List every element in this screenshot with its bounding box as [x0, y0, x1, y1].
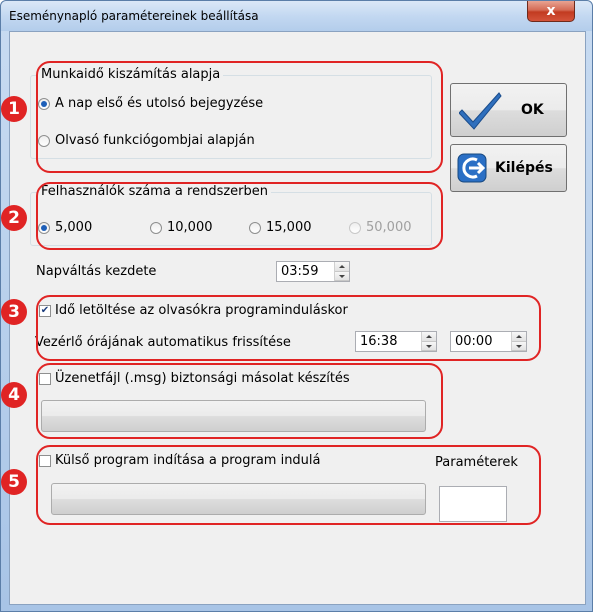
- dialog-window: Eseménynapló paramétereinek beállítása x…: [0, 0, 593, 612]
- spinner-value[interactable]: 03:59: [277, 264, 334, 279]
- badge-5: 5: [1, 469, 27, 495]
- highlight-section-1: [36, 61, 443, 173]
- checkmark-icon: [459, 92, 502, 130]
- badge-3: 3: [1, 299, 27, 325]
- highlight-section-2: [36, 182, 443, 250]
- ok-button[interactable]: OK: [450, 83, 567, 137]
- exit-button-label: Kilépés: [495, 160, 553, 176]
- exit-arrow-icon: [457, 153, 487, 183]
- highlight-section-5: [36, 445, 541, 525]
- window-title: Eseménynapló paramétereinek beállítása: [9, 9, 259, 23]
- exit-button[interactable]: Kilépés: [450, 144, 567, 192]
- highlight-section-3: [36, 295, 541, 361]
- spin-down-icon[interactable]: [335, 271, 349, 281]
- spin-up-icon[interactable]: [335, 262, 349, 272]
- day-change-label: Napváltás kezdete: [36, 264, 157, 279]
- badge-4: 4: [1, 382, 27, 408]
- spinner-arrows[interactable]: [334, 262, 349, 281]
- highlight-section-4: [36, 363, 443, 439]
- close-button[interactable]: x: [527, 1, 575, 22]
- day-change-spinner[interactable]: 03:59: [276, 261, 350, 282]
- ok-button-label: OK: [521, 102, 544, 118]
- title-bar[interactable]: Eseménynapló paramétereinek beállítása x: [1, 1, 592, 31]
- badge-2: 2: [1, 205, 27, 231]
- badge-1: 1: [1, 96, 27, 122]
